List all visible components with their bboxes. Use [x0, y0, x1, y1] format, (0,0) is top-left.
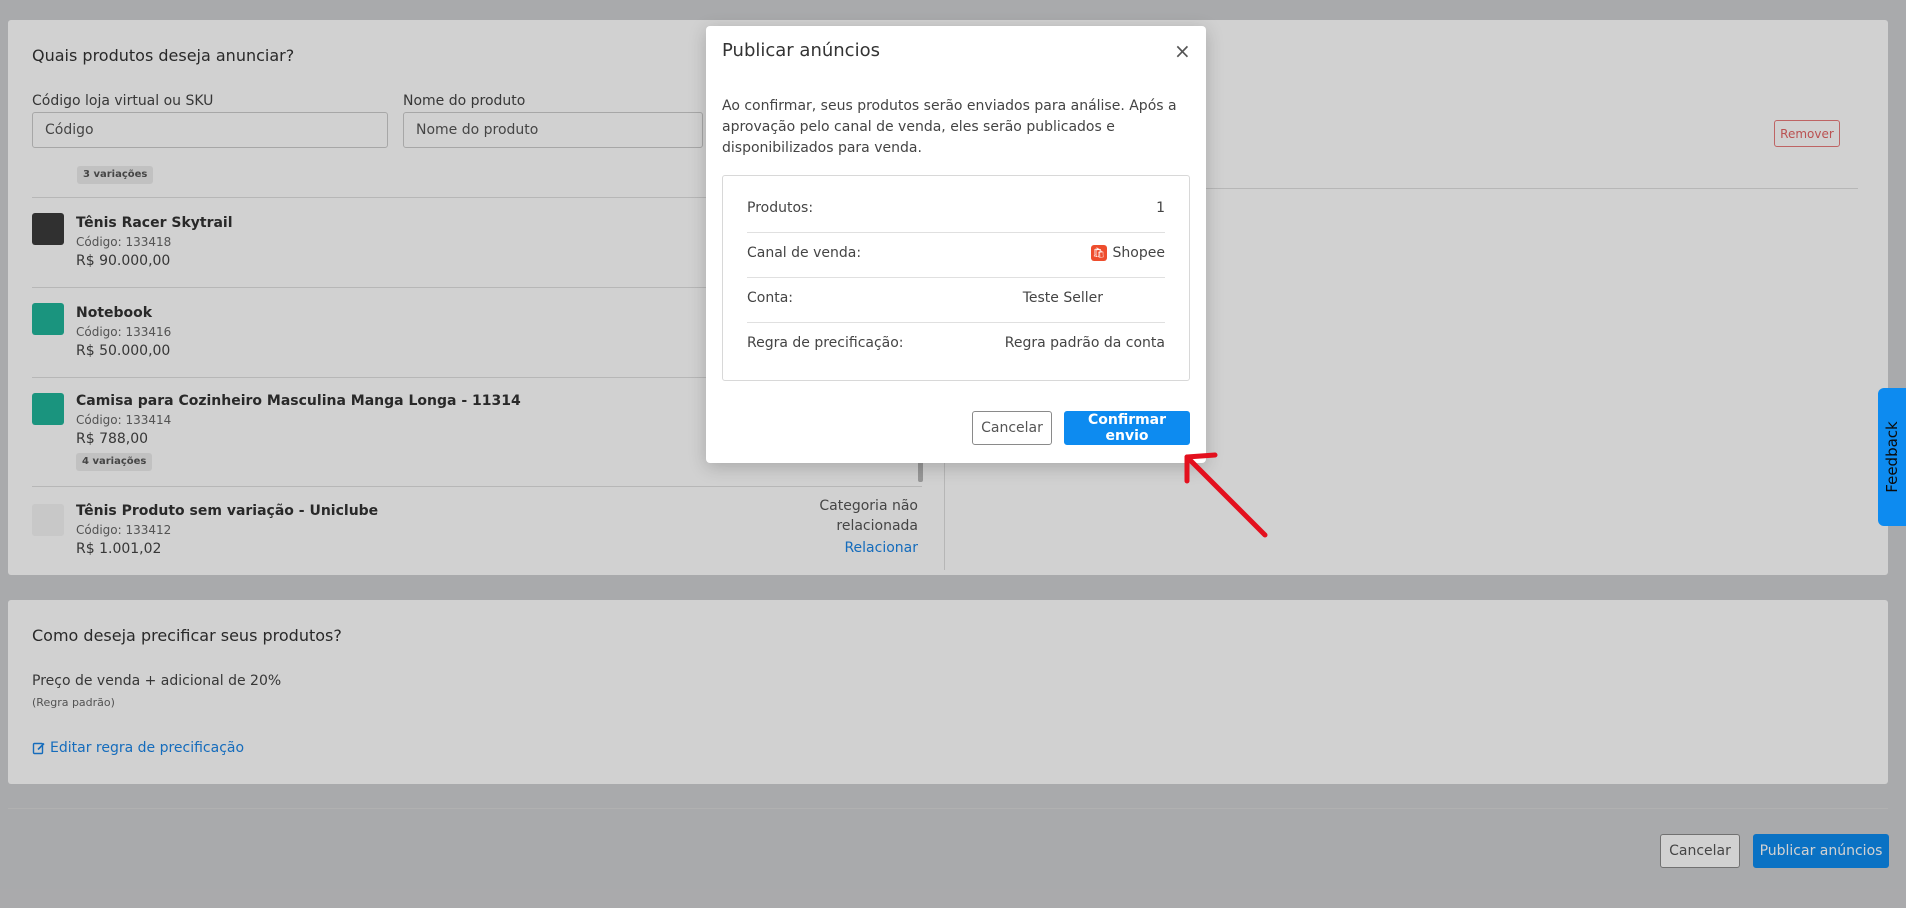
summary-value-products: 1 — [1156, 200, 1165, 216]
channel-name: Shopee — [1112, 245, 1165, 261]
divider — [747, 232, 1165, 233]
publish-modal: Publicar anúncios × Ao confirmar, seus p… — [706, 26, 1206, 463]
modal-description: Ao confirmar, seus produtos serão enviad… — [722, 98, 1177, 156]
summary-label-pricing-rule: Regra de precificação: — [747, 335, 904, 351]
summary-label-channel: Canal de venda: — [747, 245, 862, 261]
summary-value-account: Teste Seller — [1022, 290, 1103, 306]
divider — [747, 277, 1165, 278]
summary-label-products: Produtos: — [747, 200, 814, 216]
feedback-label: Feedback — [1883, 421, 1901, 493]
feedback-tab[interactable]: Feedback — [1878, 388, 1906, 526]
close-icon[interactable]: × — [1174, 39, 1191, 63]
divider — [747, 322, 1165, 323]
summary-box: Produtos: 1 Canal de venda: 🛍 Shopee Con… — [722, 175, 1190, 381]
modal-title: Publicar anúncios — [722, 40, 880, 61]
summary-label-account: Conta: — [747, 290, 793, 306]
summary-value-pricing-rule: Regra padrão da conta — [1004, 335, 1165, 351]
annotation-arrow-icon — [1184, 452, 1268, 538]
confirm-send-button[interactable]: Confirmar envio — [1064, 411, 1190, 445]
shopee-icon: 🛍 — [1090, 245, 1107, 261]
modal-cancel-button[interactable]: Cancelar — [972, 411, 1052, 445]
summary-value-channel: 🛍 Shopee — [1090, 245, 1165, 261]
